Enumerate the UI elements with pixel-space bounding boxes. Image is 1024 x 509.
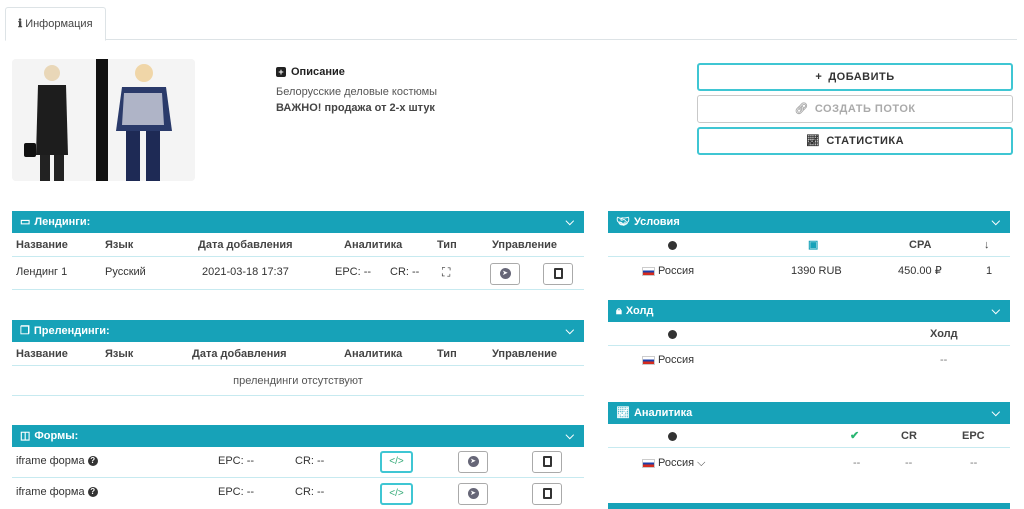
conditions-table-header: ▣ CPA ↓ [608,233,1010,257]
tab-information[interactable]: ℹ Информация [5,7,106,41]
analytics-table-header: ✔ CR EPC [608,424,1010,448]
window-icon: ▭ [20,216,31,228]
globe-icon [668,329,677,339]
hold-table-header: Холд [608,322,1010,346]
plus-square-icon: + [276,67,286,77]
statistics-button[interactable]: 📈︎ СТАТИСТИКА [697,127,1013,155]
plus-icon: + [815,71,823,83]
line-chart-icon: 📈︎ [616,407,630,419]
table-row: Лендинг 1 Русский 2021-03-18 17:37 EPC: … [12,257,584,290]
chevron-down-icon[interactable]: ⌵ [566,320,574,342]
copy-icon [553,267,563,279]
copy-icon [542,455,552,467]
telegram-icon: ➤ [467,455,479,467]
columns-icon: ◫ [20,430,31,442]
prelandings-table-header: Название Язык Дата добавления Аналитика … [12,342,584,366]
money-icon: ▣ [808,239,819,251]
copy-button[interactable] [532,451,562,473]
level-icon: ↓ [984,239,990,251]
table-row: iframe форма ? EPC: -- CR: -- </> ➤ [12,447,584,478]
landings-panel-header[interactable]: ▭ Лендинги: ⌵ [12,211,584,233]
table-row: Россия ⌵ -- -- -- [608,448,1010,478]
hold-panel-header[interactable]: 🔒︎ Холд ⌵ [608,300,1010,322]
landings-table-header: Название Язык Дата добавления Аналитика … [12,233,584,257]
handshake-icon: 🤝︎ [616,216,630,228]
windows-icon: ❐ [20,325,30,337]
code-icon: </> [389,456,404,467]
chevron-down-icon[interactable]: ⌵ [992,300,1000,322]
product-image [12,59,195,181]
telegram-button[interactable]: ➤ [458,483,488,505]
line-chart-icon: 📈︎ [805,135,821,147]
expand-icon: ⛶ [442,265,451,279]
create-stream-button[interactable]: 🔗︎ СОЗДАТЬ ПОТОК [697,95,1013,123]
conditions-panel-header[interactable]: 🤝︎ Условия ⌵ [608,211,1010,233]
code-icon: </> [389,488,404,499]
telegram-icon: ➤ [499,267,511,279]
copy-button[interactable] [543,263,573,285]
description-text: Белорусские деловые костюмы [276,86,438,98]
table-row: Россия 1390 RUB 450.00 ₽ 1 [608,257,1010,285]
add-button[interactable]: + ДОБАВИТЬ [697,63,1013,91]
telegram-button[interactable]: ➤ [458,451,488,473]
telegram-icon: ➤ [467,487,479,499]
embed-code-button[interactable]: </> [380,483,413,505]
lock-icon: 🔒︎ [616,305,622,317]
description-note: ВАЖНО! продажа от 2-х штук [276,102,435,114]
copy-button[interactable] [532,483,562,505]
analytics-panel-header[interactable]: 📈︎ Аналитика ⌵ [608,402,1010,424]
russia-flag-icon [642,458,655,468]
chevron-down-icon[interactable]: ⌵ [992,402,1000,424]
forms-panel-header[interactable]: ◫ Формы: ⌵ [12,425,584,447]
telegram-button[interactable]: ➤ [490,263,520,285]
next-panel-header [608,503,1010,509]
link-icon: 🔗︎ [794,103,809,115]
chevron-down-icon[interactable]: ⌵ [566,211,574,233]
chevron-down-icon[interactable]: ⌵ [566,425,574,447]
tab-bar: ℹ Информация [5,6,1017,41]
chevron-down-icon: ⌵ [697,457,706,469]
product-description: + Описание Белорусские деловые костюмы В… [276,66,636,114]
globe-icon [668,240,677,250]
info-icon: ℹ [18,17,23,30]
empty-state-row: прелендинги отсутствуют [12,366,584,396]
russia-flag-icon [642,355,655,365]
question-icon[interactable]: ? [87,456,98,467]
table-row: Россия -- [608,346,1010,374]
prelandings-panel-header[interactable]: ❐ Прелендинги: ⌵ [12,320,584,342]
question-icon[interactable]: ? [87,487,98,498]
check-icon: ✔ [850,430,860,442]
country-dropdown[interactable]: Россия ⌵ [642,448,705,478]
globe-icon [668,431,677,441]
description-title: + Описание [276,66,636,78]
copy-icon [542,487,552,499]
table-row: iframe форма ? EPC: -- CR: -- </> ➤ [12,478,584,509]
russia-flag-icon [642,266,655,276]
chevron-down-icon[interactable]: ⌵ [992,211,1000,233]
embed-code-button[interactable]: </> [380,451,413,473]
